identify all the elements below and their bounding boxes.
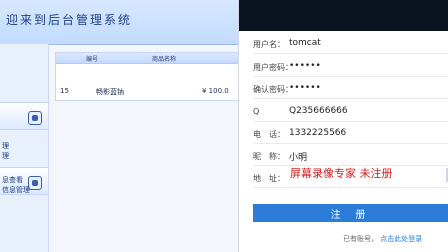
column-header-name: 商品名称 xyxy=(152,56,177,63)
nickname-value[interactable]: 小明 xyxy=(289,150,307,163)
login-hint-prefix: 已有账号， xyxy=(343,235,378,243)
admin-panel: 迎来到后台管理系统 理 理 息查看 信息管理 编号 商品名称 15 畅影蓝钠 ¥… xyxy=(0,0,238,252)
confirm-password-label: 确认密码： xyxy=(253,85,293,94)
login-hint: 已有账号， 点击此处登录 xyxy=(343,234,422,244)
confirm-password-value[interactable]: •••••• xyxy=(289,83,321,93)
register-panel: 用户名： tomcat 用户密码： •••••• 确认密码： •••••• Q … xyxy=(238,0,448,252)
qq-field[interactable]: Q Q235666666 xyxy=(253,104,448,122)
nickname-field[interactable]: 昵 称： 小明 xyxy=(253,148,448,166)
admin-header: 迎来到后台管理系统 xyxy=(0,0,238,45)
field-underline xyxy=(253,187,448,188)
confirm-password-field[interactable]: 确认密码： •••••• xyxy=(253,81,448,99)
sidebar-item-2[interactable]: 理 xyxy=(0,151,50,161)
qq-value[interactable]: Q235666666 xyxy=(289,106,348,116)
login-link[interactable]: 点击此处登录 xyxy=(380,235,422,243)
menu-icon xyxy=(28,111,42,125)
field-underline xyxy=(253,143,448,144)
password-value[interactable]: •••••• xyxy=(289,61,321,71)
cell-name: 畅影蓝钠 xyxy=(96,88,124,96)
username-value[interactable]: tomcat xyxy=(289,38,321,48)
password-field[interactable]: 用户密码： •••••• xyxy=(253,59,448,77)
phone-value[interactable]: 1332225566 xyxy=(289,128,346,138)
top-bar xyxy=(239,0,448,31)
address-label: 地 址： xyxy=(253,174,285,183)
field-underline xyxy=(253,98,448,99)
admin-sidebar: 理 理 息查看 信息管理 xyxy=(0,44,49,252)
screen: 迎来到后台管理系统 理 理 息查看 信息管理 编号 商品名称 15 畅影蓝钠 ¥… xyxy=(0,0,448,252)
field-underline xyxy=(253,76,448,77)
sidebar-item-4[interactable]: 信息管理 xyxy=(0,185,50,195)
cell-price: ¥ 100.0 xyxy=(202,87,229,95)
phone-label: 电 话： xyxy=(253,130,285,139)
watermark: 屏幕录像专家 未注册 xyxy=(290,167,393,180)
username-label: 用户名： xyxy=(253,40,285,49)
sidebar-section-1[interactable] xyxy=(0,102,48,130)
cell-id: 15 xyxy=(60,87,69,95)
column-header-id: 编号 xyxy=(86,56,99,63)
sidebar-item-3[interactable]: 息查看 xyxy=(0,175,50,185)
nickname-label: 昵 称： xyxy=(253,152,285,161)
products-table: 编号 商品名称 15 畅影蓝钠 ¥ 100.0 xyxy=(55,52,238,101)
phone-field[interactable]: 电 话： 1332225566 xyxy=(253,126,448,144)
password-label: 用户密码： xyxy=(253,63,293,72)
qq-label: Q xyxy=(253,107,260,116)
admin-title: 迎来到后台管理系统 xyxy=(6,13,133,27)
sidebar-item-1[interactable]: 理 xyxy=(0,141,50,151)
register-button[interactable]: 注 册 xyxy=(253,204,448,222)
field-underline xyxy=(253,53,448,54)
field-underline xyxy=(253,121,448,122)
table-row[interactable]: 15 畅影蓝钠 ¥ 100.0 xyxy=(56,63,238,100)
username-field[interactable]: 用户名： tomcat xyxy=(253,36,448,54)
